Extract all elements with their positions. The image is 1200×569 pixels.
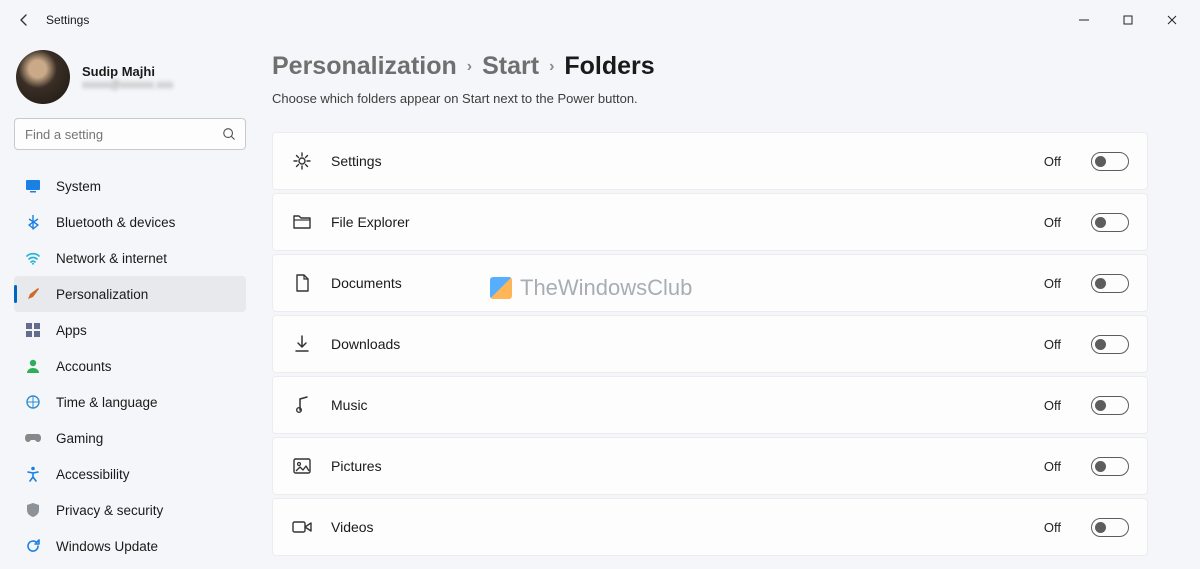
page-description: Choose which folders appear on Start nex…: [272, 91, 1148, 106]
gamepad-icon: [24, 429, 42, 447]
breadcrumb-current: Folders: [564, 52, 654, 81]
toggle-downloads[interactable]: [1091, 335, 1129, 354]
breadcrumb: Personalization › Start › Folders: [272, 52, 1148, 81]
image-icon: [291, 455, 313, 477]
chevron-right-icon: ›: [467, 58, 472, 76]
breadcrumb-personalization[interactable]: Personalization: [272, 52, 457, 81]
folder-label: Documents: [331, 275, 1026, 291]
sidebar-item-label: Accessibility: [56, 467, 130, 482]
toggle-state-label: Off: [1044, 520, 1061, 535]
window-maximize-button[interactable]: [1106, 5, 1150, 35]
folder-row-pictures: Pictures Off: [272, 437, 1148, 495]
sidebar-item-label: Network & internet: [56, 251, 167, 266]
sidebar-item-label: Privacy & security: [56, 503, 163, 518]
sidebar-item-label: Gaming: [56, 431, 103, 446]
wifi-icon: [24, 249, 42, 267]
folder-row-settings: Settings Off: [272, 132, 1148, 190]
toggle-state-label: Off: [1044, 337, 1061, 352]
folder-label: Downloads: [331, 336, 1026, 352]
window-close-button[interactable]: [1150, 5, 1194, 35]
titlebar: Settings: [0, 0, 1200, 40]
paintbrush-icon: [24, 285, 42, 303]
app-title: Settings: [46, 13, 89, 27]
sidebar-item-label: Personalization: [56, 287, 148, 302]
toggle-state-label: Off: [1044, 215, 1061, 230]
folder-row-downloads: Downloads Off: [272, 315, 1148, 373]
folder-toggle-list: Settings Off File Explorer Off Documents…: [272, 132, 1148, 556]
sidebar-item-apps[interactable]: Apps: [14, 312, 246, 348]
bluetooth-icon: [24, 213, 42, 231]
user-name: Sudip Majhi: [82, 64, 173, 79]
sidebar-item-label: Windows Update: [56, 539, 158, 554]
minimize-icon: [1079, 15, 1089, 25]
back-button[interactable]: [6, 2, 42, 38]
sidebar-item-windows-update[interactable]: Windows Update: [14, 528, 246, 564]
folder-row-documents: Documents Off: [272, 254, 1148, 312]
toggle-pictures[interactable]: [1091, 457, 1129, 476]
sidebar-item-accessibility[interactable]: Accessibility: [14, 456, 246, 492]
sidebar-item-time-language[interactable]: Time & language: [14, 384, 246, 420]
user-email: xxxxx@xxxxxx.xxx: [82, 79, 173, 91]
folder-label: Settings: [331, 153, 1026, 169]
maximize-icon: [1123, 15, 1133, 25]
window-minimize-button[interactable]: [1062, 5, 1106, 35]
sidebar-item-network[interactable]: Network & internet: [14, 240, 246, 276]
toggle-file-explorer[interactable]: [1091, 213, 1129, 232]
sidebar-item-label: Apps: [56, 323, 87, 338]
folder-label: Pictures: [331, 458, 1026, 474]
user-profile[interactable]: Sudip Majhi xxxxx@xxxxxx.xxx: [14, 44, 246, 118]
document-icon: [291, 272, 313, 294]
toggle-documents[interactable]: [1091, 274, 1129, 293]
person-icon: [24, 357, 42, 375]
search-input[interactable]: [14, 118, 246, 150]
folder-label: Videos: [331, 519, 1026, 535]
download-icon: [291, 333, 313, 355]
system-icon: [24, 177, 42, 195]
sidebar-item-bluetooth[interactable]: Bluetooth & devices: [14, 204, 246, 240]
toggle-videos[interactable]: [1091, 518, 1129, 537]
globe-clock-icon: [24, 393, 42, 411]
folder-label: Music: [331, 397, 1026, 413]
toggle-state-label: Off: [1044, 154, 1061, 169]
close-icon: [1167, 15, 1177, 25]
refresh-icon: [24, 537, 42, 555]
toggle-state-label: Off: [1044, 276, 1061, 291]
folder-icon: [291, 211, 313, 233]
search: [14, 118, 246, 150]
sidebar-item-personalization[interactable]: Personalization: [14, 276, 246, 312]
breadcrumb-start[interactable]: Start: [482, 52, 539, 81]
sidebar-item-label: System: [56, 179, 101, 194]
sidebar-item-privacy[interactable]: Privacy & security: [14, 492, 246, 528]
folder-row-videos: Videos Off: [272, 498, 1148, 556]
video-icon: [291, 516, 313, 538]
sidebar: Sudip Majhi xxxxx@xxxxxx.xxx System Bl: [0, 40, 260, 569]
folder-row-file-explorer: File Explorer Off: [272, 193, 1148, 251]
sidebar-item-gaming[interactable]: Gaming: [14, 420, 246, 456]
search-icon: [222, 127, 236, 141]
apps-icon: [24, 321, 42, 339]
toggle-state-label: Off: [1044, 398, 1061, 413]
avatar: [16, 50, 70, 104]
toggle-music[interactable]: [1091, 396, 1129, 415]
shield-icon: [24, 501, 42, 519]
toggle-state-label: Off: [1044, 459, 1061, 474]
sidebar-item-label: Bluetooth & devices: [56, 215, 175, 230]
folder-label: File Explorer: [331, 214, 1026, 230]
toggle-settings[interactable]: [1091, 152, 1129, 171]
arrow-left-icon: [16, 12, 32, 28]
sidebar-item-label: Time & language: [56, 395, 158, 410]
chevron-right-icon: ›: [549, 58, 554, 76]
window-controls: [1062, 5, 1194, 35]
gear-icon: [291, 150, 313, 172]
sidebar-item-system[interactable]: System: [14, 168, 246, 204]
accessibility-icon: [24, 465, 42, 483]
sidebar-item-accounts[interactable]: Accounts: [14, 348, 246, 384]
folder-row-music: Music Off: [272, 376, 1148, 434]
sidebar-item-label: Accounts: [56, 359, 112, 374]
music-icon: [291, 394, 313, 416]
main-content: Personalization › Start › Folders Choose…: [260, 40, 1200, 569]
nav-list: System Bluetooth & devices Network & int…: [14, 168, 246, 564]
